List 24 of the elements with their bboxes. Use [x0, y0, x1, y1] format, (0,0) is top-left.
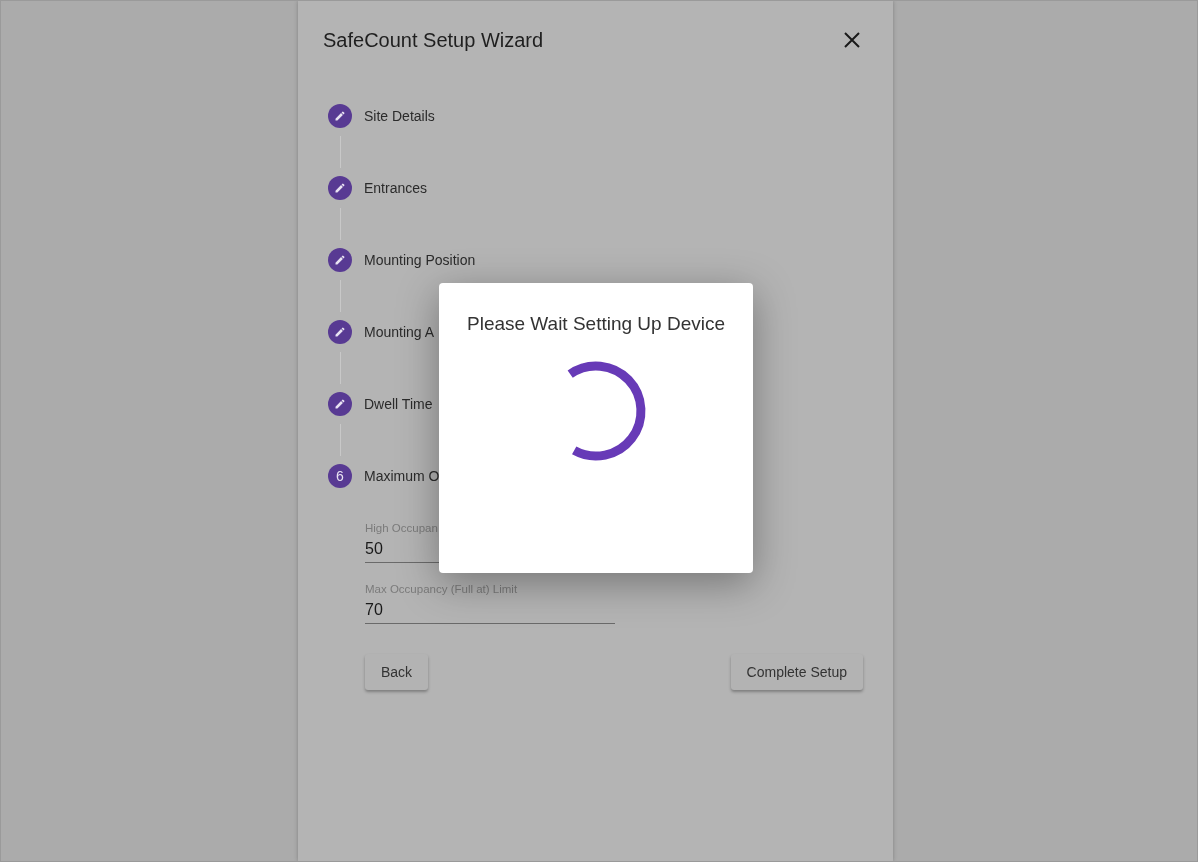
step-label[interactable]: Mounting A	[364, 324, 435, 340]
input-field[interactable]: 70	[365, 595, 615, 624]
pencil-icon	[334, 326, 346, 338]
step-number[interactable]: 6	[328, 464, 352, 488]
step-label[interactable]: Entrances	[364, 180, 428, 196]
step-label[interactable]: Site Details	[364, 108, 435, 124]
pencil-icon	[334, 110, 346, 122]
pencil-icon	[334, 398, 346, 410]
wizard-title: SafeCount Setup Wizard	[323, 28, 544, 52]
complete-setup-button[interactable]: Complete Setup	[730, 654, 863, 690]
step-circle[interactable]	[328, 320, 352, 344]
pencil-icon	[334, 182, 346, 194]
step-circle[interactable]	[328, 392, 352, 416]
field-label: High Occupan	[365, 522, 439, 534]
dialog-title: Please Wait Setting Up Device	[467, 313, 725, 335]
pencil-icon	[334, 254, 346, 266]
back-button[interactable]: Back	[365, 654, 429, 690]
step-circle[interactable]	[328, 104, 352, 128]
step-label[interactable]: Mounting Position	[364, 252, 476, 268]
step-circle[interactable]	[328, 248, 352, 272]
step-label[interactable]: Maximum O	[364, 468, 440, 484]
step-circle[interactable]	[328, 176, 352, 200]
step-label[interactable]: Dwell Time	[364, 396, 433, 412]
close-icon[interactable]	[843, 31, 861, 49]
